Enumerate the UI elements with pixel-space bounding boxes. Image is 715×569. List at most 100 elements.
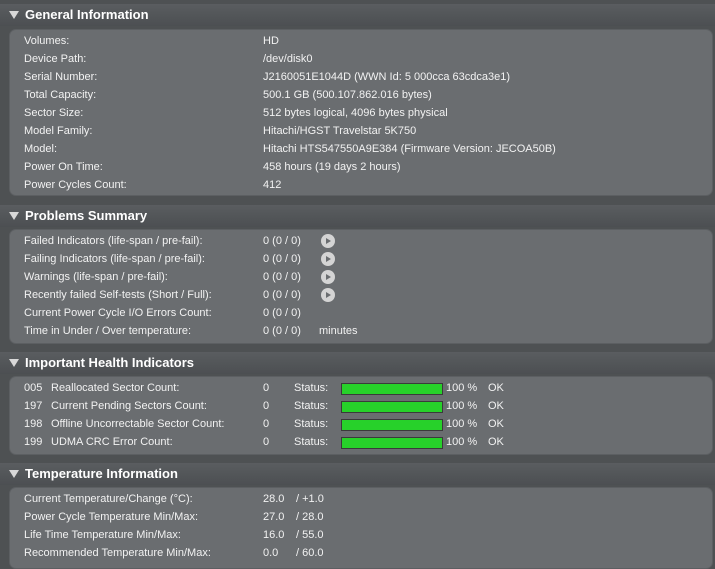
health-section-header[interactable]: Important Health Indicators: [0, 352, 715, 374]
status-label: Status:: [294, 418, 329, 430]
info-row: Model: Hitachi HTS547550A9E384 (Firmware…: [10, 140, 712, 158]
health-bar: [341, 383, 443, 395]
attribute-value: 0: [263, 418, 270, 430]
problem-label: Time in Under / Over temperature:: [24, 325, 192, 337]
info-row: Total Capacity: 500.1 GB (500.107.862.01…: [10, 86, 712, 104]
info-value: J2160051E1044D (WWN Id: 5 000cca 63cdca3…: [263, 71, 511, 83]
general-section-header[interactable]: General Information: [0, 4, 715, 26]
info-row: Power On Time: 458 hours (19 days 2 hour…: [10, 158, 712, 176]
info-label: Model:: [24, 143, 58, 155]
temperature-label: Current Temperature/Change (°C):: [24, 493, 193, 505]
attribute-value: 0: [263, 400, 270, 412]
health-bar-fill: [342, 384, 442, 394]
temperature-secondary: / +1.0: [296, 493, 324, 505]
problems-panel: Failed Indicators (life-span / pre-fail)…: [9, 229, 713, 344]
info-label: Model Family:: [24, 125, 93, 137]
problem-row: Recently failed Self-tests (Short / Full…: [10, 286, 712, 304]
problem-label: Current Power Cycle I/O Errors Count:: [24, 307, 212, 319]
temperature-secondary: / 28.0: [296, 511, 324, 523]
info-row: Power Cycles Count: 412: [10, 176, 712, 194]
health-bar: [341, 419, 443, 431]
temperature-row: Current Temperature/Change (°C): 28.0 / …: [10, 490, 712, 508]
temperature-row: Life Time Temperature Min/Max: 16.0 / 55…: [10, 526, 712, 544]
info-row: Volumes: HD: [10, 32, 712, 50]
temperature-label: Recommended Temperature Min/Max:: [24, 547, 211, 559]
attribute-label: Offline Uncorrectable Sector Count:: [51, 418, 225, 430]
info-row: Serial Number: J2160051E1044D (WWN Id: 5…: [10, 68, 712, 86]
details-arrow-icon[interactable]: [321, 270, 335, 284]
temperature-section-title: Temperature Information: [25, 466, 178, 481]
problem-value: 0 (0 / 0): [263, 253, 301, 265]
problem-row: Failing Indicators (life-span / pre-fail…: [10, 250, 712, 268]
health-bar-fill: [342, 438, 442, 448]
temperature-value: 27.0: [263, 511, 285, 523]
temperature-value: 16.0: [263, 529, 285, 541]
info-row: Sector Size: 512 bytes logical, 4096 byt…: [10, 104, 712, 122]
problem-row: Time in Under / Over temperature: 0 (0 /…: [10, 322, 712, 340]
status-badge: OK: [488, 436, 504, 448]
info-row: Device Path: /dev/disk0: [10, 50, 712, 68]
health-row: 005 Reallocated Sector Count: 0 Status: …: [10, 379, 712, 397]
status-badge: OK: [488, 400, 504, 412]
info-value: 412: [263, 179, 282, 191]
problem-label: Failed Indicators (life-span / pre-fail)…: [24, 235, 203, 247]
attribute-id: 005: [24, 382, 43, 394]
info-row: Model Family: Hitachi/HGST Travelstar 5K…: [10, 122, 712, 140]
info-label: Device Path:: [24, 53, 87, 65]
info-label: Volumes:: [24, 35, 70, 47]
health-row: 198 Offline Uncorrectable Sector Count: …: [10, 415, 712, 433]
temperature-value: 28.0: [263, 493, 285, 505]
temperature-label: Power Cycle Temperature Min/Max:: [24, 511, 199, 523]
health-bar: [341, 401, 443, 413]
temperature-label: Life Time Temperature Min/Max:: [24, 529, 181, 541]
attribute-label: UDMA CRC Error Count:: [51, 436, 173, 448]
details-arrow-icon[interactable]: [321, 234, 335, 248]
info-label: Power Cycles Count:: [24, 179, 127, 191]
temperature-panel: Current Temperature/Change (°C): 28.0 / …: [9, 487, 713, 569]
details-arrow-icon[interactable]: [321, 288, 335, 302]
temperature-row: Recommended Temperature Min/Max: 0.0 / 6…: [10, 544, 712, 562]
problem-value: 0 (0 / 0): [263, 307, 301, 319]
problem-label: Warnings (life-span / pre-fail):: [24, 271, 168, 283]
health-percent: 100 %: [446, 382, 478, 394]
attribute-label: Reallocated Sector Count:: [51, 382, 180, 394]
status-badge: OK: [488, 382, 504, 394]
disclosure-triangle-icon[interactable]: [9, 11, 19, 19]
info-value: Hitachi/HGST Travelstar 5K750: [263, 125, 417, 137]
attribute-id: 198: [24, 418, 43, 430]
general-panel: Volumes: HD Device Path: /dev/disk0 Seri…: [9, 29, 713, 196]
info-value: HD: [263, 35, 279, 47]
attribute-label: Current Pending Sectors Count:: [51, 400, 207, 412]
info-label: Total Capacity:: [24, 89, 97, 101]
info-label: Power On Time:: [24, 161, 103, 173]
info-value: Hitachi HTS547550A9E384 (Firmware Versio…: [263, 143, 556, 155]
problem-label: Recently failed Self-tests (Short / Full…: [24, 289, 212, 301]
status-badge: OK: [488, 418, 504, 430]
problem-value: 0 (0 / 0): [263, 235, 301, 247]
temperature-section-header[interactable]: Temperature Information: [0, 463, 715, 485]
health-bar-fill: [342, 402, 442, 412]
details-arrow-icon[interactable]: [321, 252, 335, 266]
disclosure-triangle-icon[interactable]: [9, 212, 19, 220]
problems-section-header[interactable]: Problems Summary: [0, 205, 715, 227]
info-value: 500.1 GB (500.107.862.016 bytes): [263, 89, 432, 101]
problem-row: Current Power Cycle I/O Errors Count: 0 …: [10, 304, 712, 322]
temperature-value: 0.0: [263, 547, 279, 559]
disclosure-triangle-icon[interactable]: [9, 359, 19, 367]
health-row: 197 Current Pending Sectors Count: 0 Sta…: [10, 397, 712, 415]
status-label: Status:: [294, 382, 329, 394]
health-percent: 100 %: [446, 418, 478, 430]
problems-section-title: Problems Summary: [25, 208, 148, 223]
health-bar: [341, 437, 443, 449]
temperature-secondary: / 55.0: [296, 529, 324, 541]
disclosure-triangle-icon[interactable]: [9, 470, 19, 478]
info-value: 458 hours (19 days 2 hours): [263, 161, 401, 173]
health-percent: 100 %: [446, 400, 478, 412]
info-label: Serial Number:: [24, 71, 98, 83]
attribute-id: 199: [24, 436, 43, 448]
problem-row: Failed Indicators (life-span / pre-fail)…: [10, 232, 712, 250]
status-label: Status:: [294, 436, 329, 448]
attribute-value: 0: [263, 436, 270, 448]
problem-row: Warnings (life-span / pre-fail): 0 (0 / …: [10, 268, 712, 286]
temperature-row: Power Cycle Temperature Min/Max: 27.0 / …: [10, 508, 712, 526]
